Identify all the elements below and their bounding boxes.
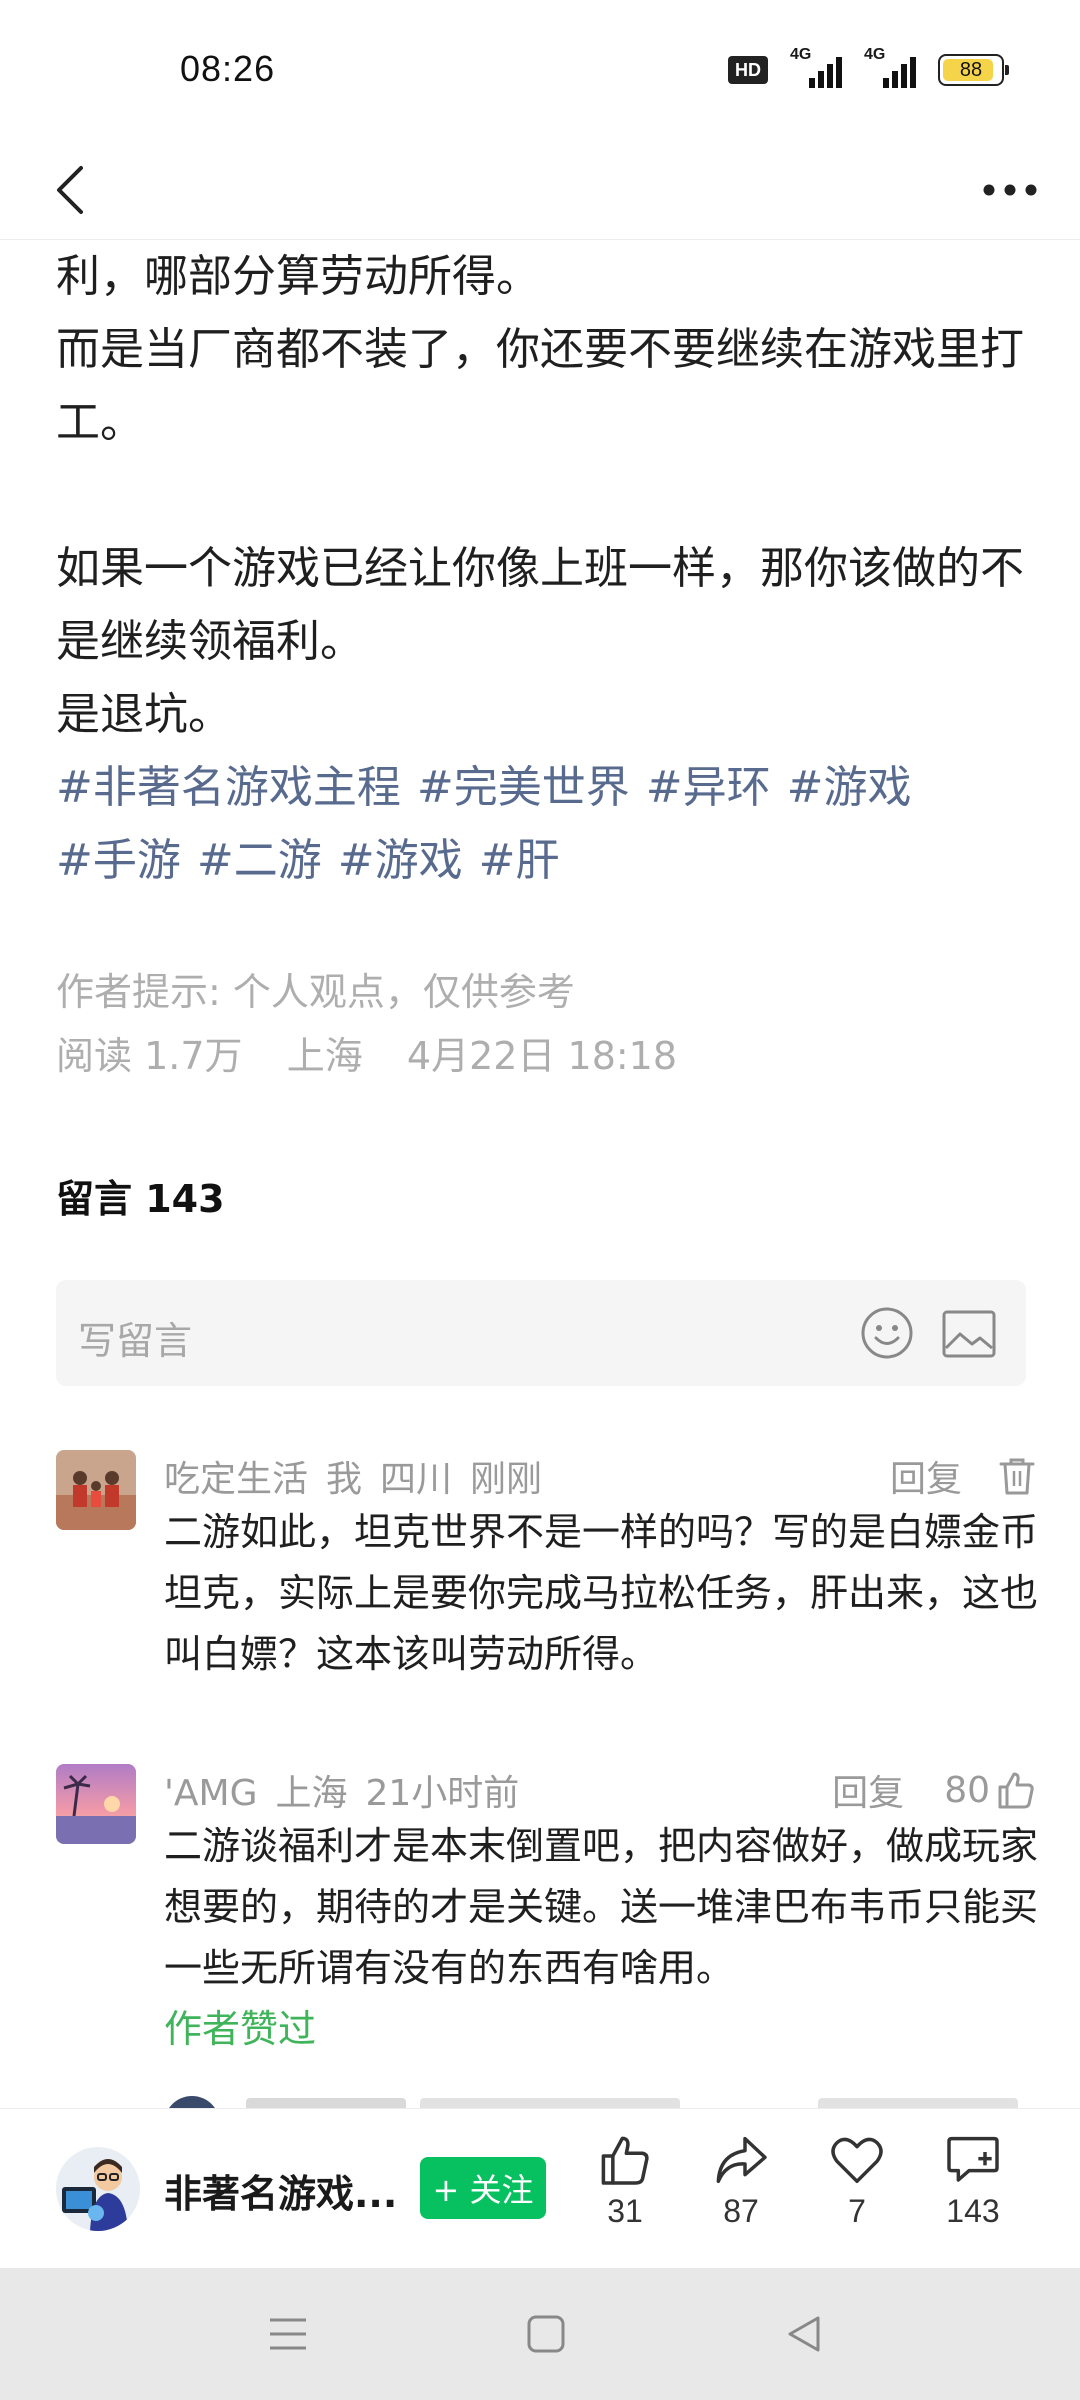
comment-actions: 回复 80	[832, 1764, 1036, 1816]
favorite-count: 7	[848, 2193, 866, 2229]
article-body: 利，哪部分算劳动所得。 而是当厂商都不装了，你还要不要继续在游戏里打工。 如果一…	[56, 240, 1036, 897]
more-button[interactable]	[970, 150, 1050, 230]
article-stats: 阅读 1.7万 上海 4月22日 18:18	[56, 1024, 677, 1088]
hashtag-link[interactable]: #异环	[646, 751, 771, 824]
comment-location: 上海	[275, 1773, 348, 1814]
hashtag-link[interactable]: #游戏	[338, 824, 463, 897]
square-icon	[527, 2315, 565, 2353]
author-note: 作者提示: 个人观点，仅供参考	[56, 970, 575, 1014]
author-liked-badge: 作者赞过	[164, 2007, 317, 2051]
comment-like-button[interactable]: 80	[944, 1770, 1036, 1811]
signal-icon: 4G	[790, 46, 842, 88]
hashtag-link[interactable]: #肝	[479, 824, 560, 897]
comment-user[interactable]: 吃定生活	[164, 1459, 308, 1500]
comment-item: 'AMG 上海 21小时前 回复 80 二游谈福利才是本末倒置吧，把内容做好，做成玩…	[56, 1764, 1038, 2074]
emoji-icon[interactable]	[860, 1306, 914, 1360]
comment-actions: 回复	[890, 1450, 1036, 1502]
comment-like-count: 80	[944, 1769, 990, 1811]
like-button[interactable]: 31	[580, 2133, 670, 2230]
more-horizontal-icon	[983, 184, 1037, 196]
system-nav-bar	[0, 2268, 1080, 2400]
comment-time: 21小时前	[365, 1773, 520, 1814]
comment-header: 吃定生活我四川 刚刚	[164, 1450, 560, 1502]
trash-icon[interactable]	[998, 1456, 1036, 1496]
image-icon[interactable]	[942, 1310, 996, 1358]
author-name[interactable]: 非著名游戏...	[164, 2163, 397, 2218]
comment-header: 'AMG 上海 21小时前	[164, 1764, 537, 1816]
article-paragraph: 是退坑。	[56, 689, 232, 740]
bottom-action-bar: 非著名游戏... + 关注 31 87 7 143	[0, 2108, 1080, 2268]
comment-user[interactable]: 'AMG	[164, 1773, 257, 1814]
avatar[interactable]	[56, 1764, 136, 1844]
status-icons: HD 4G 4G 88	[728, 46, 1009, 88]
battery-icon: 88	[938, 54, 1009, 86]
hashtag-link[interactable]: #游戏	[787, 751, 912, 824]
like-count: 31	[607, 2193, 643, 2229]
reply-button[interactable]: 回复	[832, 1764, 904, 1816]
comment-input[interactable]: 写留言	[56, 1280, 1026, 1386]
author-avatar[interactable]	[56, 2147, 140, 2231]
publish-location: 上海	[286, 1034, 363, 1078]
triangle-back-icon	[788, 2316, 820, 2352]
comment-button[interactable]: 143	[928, 2133, 1018, 2230]
hashtag-link[interactable]: #二游	[197, 824, 322, 897]
status-time: 08:26	[180, 48, 276, 89]
favorite-button[interactable]: 7	[812, 2133, 902, 2230]
avatar[interactable]	[56, 1450, 136, 1530]
hashtag-link[interactable]: #手游	[56, 824, 181, 897]
read-count: 阅读 1.7万	[56, 1034, 243, 1078]
hashtag-link[interactable]: #完美世界	[417, 751, 630, 824]
chevron-left-icon	[57, 166, 83, 214]
back-button[interactable]	[30, 150, 110, 230]
back-nav-button[interactable]	[774, 2304, 834, 2364]
article-meta: 作者提示: 个人观点，仅供参考 阅读 1.7万 上海 4月22日 18:18	[56, 960, 677, 1088]
comments-title: 留言 143	[56, 1177, 225, 1221]
comment-text: 二游如此，坦克世界不是一样的吗？写的是白嫖金币坦克，实际上是要你完成马拉松任务，…	[164, 1510, 1039, 1676]
share-button[interactable]: 87	[696, 2133, 786, 2230]
comment-self-tag: 我	[326, 1459, 363, 1500]
hashtag-link[interactable]: #非著名游戏主程	[56, 751, 401, 824]
share-count: 87	[723, 2193, 759, 2229]
reply-button[interactable]: 回复	[890, 1450, 962, 1502]
share-icon	[716, 2136, 767, 2184]
comment-text: 二游谈福利才是本末倒置吧，把内容做好，做成玩家想要的，期待的才是关键。送一堆津巴…	[164, 1816, 1064, 2060]
home-nav-button[interactable]	[516, 2304, 576, 2364]
follow-button[interactable]: + 关注	[420, 2157, 546, 2219]
article-paragraph: 而是当厂商都不装了，你还要不要继续在游戏里打工。	[56, 324, 1024, 448]
comment-add-icon	[947, 2136, 999, 2182]
signal-icon-2: 4G	[864, 46, 916, 88]
comment-time: 刚刚	[470, 1459, 543, 1500]
comment-count: 143	[946, 2193, 1000, 2229]
publish-datetime: 4月22日 18:18	[406, 1034, 678, 1078]
article-paragraph	[56, 459, 1036, 532]
top-nav	[0, 140, 1080, 240]
comment-input-placeholder: 写留言	[78, 1319, 193, 1363]
heart-icon	[831, 2137, 883, 2184]
menu-icon	[270, 2318, 306, 2350]
thumbs-up-icon	[601, 2136, 649, 2185]
article-paragraph: 如果一个游戏已经让你像上班一样，那你该做的不是继续领福利。	[56, 543, 1024, 667]
status-bar: 08:26 HD 4G 4G 88	[0, 0, 1080, 140]
article-paragraph: 利，哪部分算劳动所得。	[56, 251, 540, 302]
hd-voice-icon: HD	[728, 56, 768, 84]
next-comment-partial	[0, 2090, 1080, 2110]
menu-nav-button[interactable]	[258, 2304, 318, 2364]
comment-item: 吃定生活我四川 刚刚 回复 二游如此，坦克世界不是一样的吗？写的是白嫖金币坦克，实…	[56, 1450, 1038, 1690]
comment-location: 四川	[380, 1459, 453, 1500]
tag-list: #非著名游戏主程 #完美世界 #异环 #游戏#手游 #二游 #游戏 #肝	[56, 751, 1036, 897]
comment-text-content: 二游谈福利才是本末倒置吧，把内容做好，做成玩家想要的，期待的才是关键。送一堆津巴…	[164, 1824, 1039, 1990]
thumbs-up-icon	[998, 1772, 1034, 1809]
